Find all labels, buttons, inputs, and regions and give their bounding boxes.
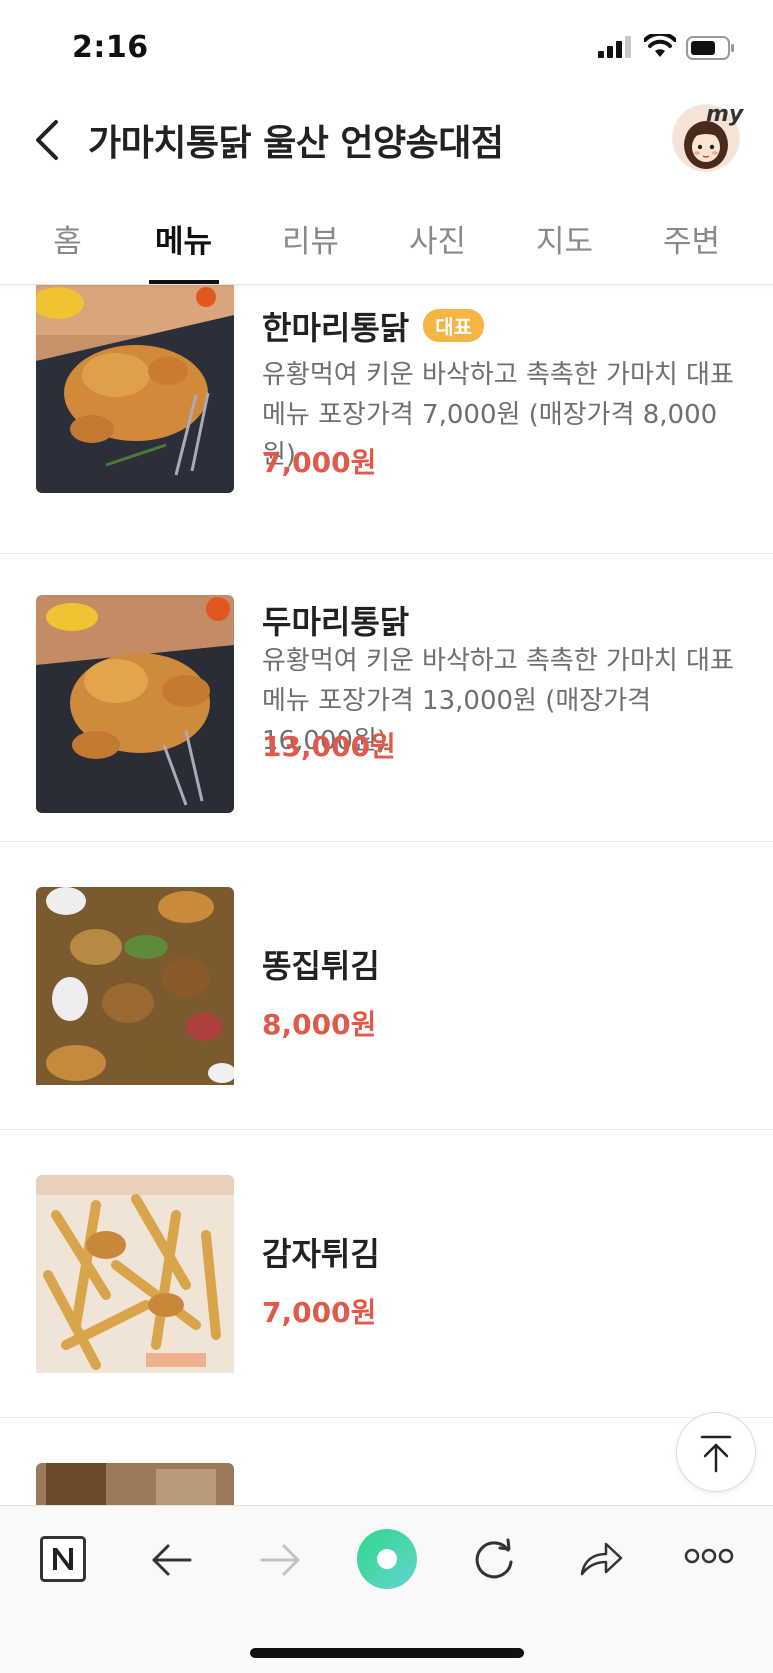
cellular-signal-icon	[598, 36, 631, 58]
menu-item-name: 두마리통닭	[262, 603, 410, 641]
refresh-icon[interactable]	[472, 1536, 516, 1582]
menu-item[interactable]	[0, 1417, 773, 1505]
menu-item-photo	[36, 1175, 234, 1393]
back-arrow-icon[interactable]	[150, 1540, 194, 1580]
tab-map[interactable]: 지도	[501, 216, 628, 261]
menu-item[interactable]: 감자튀김 7,000원	[0, 1129, 773, 1418]
tab-photos[interactable]: 사진	[374, 216, 501, 261]
green-dot-icon[interactable]	[356, 1528, 418, 1590]
signature-badge: 대표	[423, 309, 485, 342]
menu-item-photo	[36, 595, 234, 813]
menu-item-name: 한마리통닭 대표	[262, 303, 485, 349]
menu-item-photo	[36, 887, 234, 1105]
menu-item-price: 7,000원	[262, 446, 377, 479]
home-indicator	[250, 1648, 524, 1658]
scroll-to-top-button[interactable]	[676, 1412, 756, 1492]
menu-item-price: 7,000원	[262, 1296, 377, 1329]
more-icon[interactable]	[684, 1546, 734, 1566]
menu-item[interactable]: 한마리통닭 대표 유황먹여 키운 바삭하고 촉촉한 가마치 대표메뉴 포장가격 7…	[0, 285, 773, 554]
menu-item-name-text: 한마리통닭	[262, 309, 410, 347]
menu-item-name: 똥집튀김	[262, 947, 380, 985]
menu-item-price: 8,000원	[262, 1008, 377, 1041]
tab-home[interactable]: 홈	[4, 216, 131, 261]
menu-item[interactable]: 두마리통닭 유황먹여 키운 바삭하고 촉촉한 가마치 대표메뉴 포장가격 13,…	[0, 553, 773, 842]
tab-nearby[interactable]: 주변	[628, 216, 755, 261]
wifi-icon	[644, 34, 676, 57]
menu-list: 한마리통닭 대표 유황먹여 키운 바삭하고 촉촉한 가마치 대표메뉴 포장가격 7…	[0, 285, 773, 1505]
menu-item-photo	[36, 1463, 234, 1505]
forward-arrow-icon[interactable]	[258, 1540, 302, 1580]
status-bar: 2:16	[0, 0, 773, 90]
menu-item-price: 13,000원	[262, 730, 396, 763]
tab-menu[interactable]: 메뉴	[120, 216, 247, 261]
avatar-my-badge: my	[706, 102, 744, 127]
naver-n-icon[interactable]	[40, 1536, 86, 1582]
back-chevron-icon[interactable]	[30, 118, 64, 162]
header: 가마치통닭 울산 언양송대점 my	[0, 90, 773, 190]
browser-bottom-bar	[0, 1505, 773, 1673]
menu-item-photo	[36, 285, 234, 493]
share-icon[interactable]	[578, 1536, 624, 1580]
menu-item[interactable]: 똥집튀김 8,000원	[0, 841, 773, 1130]
page-title: 가마치통닭 울산 언양송대점	[88, 123, 504, 164]
menu-item-name: 감자튀김	[262, 1235, 380, 1273]
battery-icon	[686, 36, 734, 60]
tab-reviews[interactable]: 리뷰	[247, 216, 374, 261]
active-tab-indicator	[149, 280, 219, 284]
screen: 2:16 가마치통닭 울산 언양송대점 my 홈 메뉴 리뷰 사진 지도 주변 …	[0, 0, 773, 1673]
tab-bar: 홈 메뉴 리뷰 사진 지도 주변	[0, 200, 773, 285]
status-time: 2:16	[72, 30, 149, 65]
arrow-up-icon	[700, 1435, 732, 1473]
